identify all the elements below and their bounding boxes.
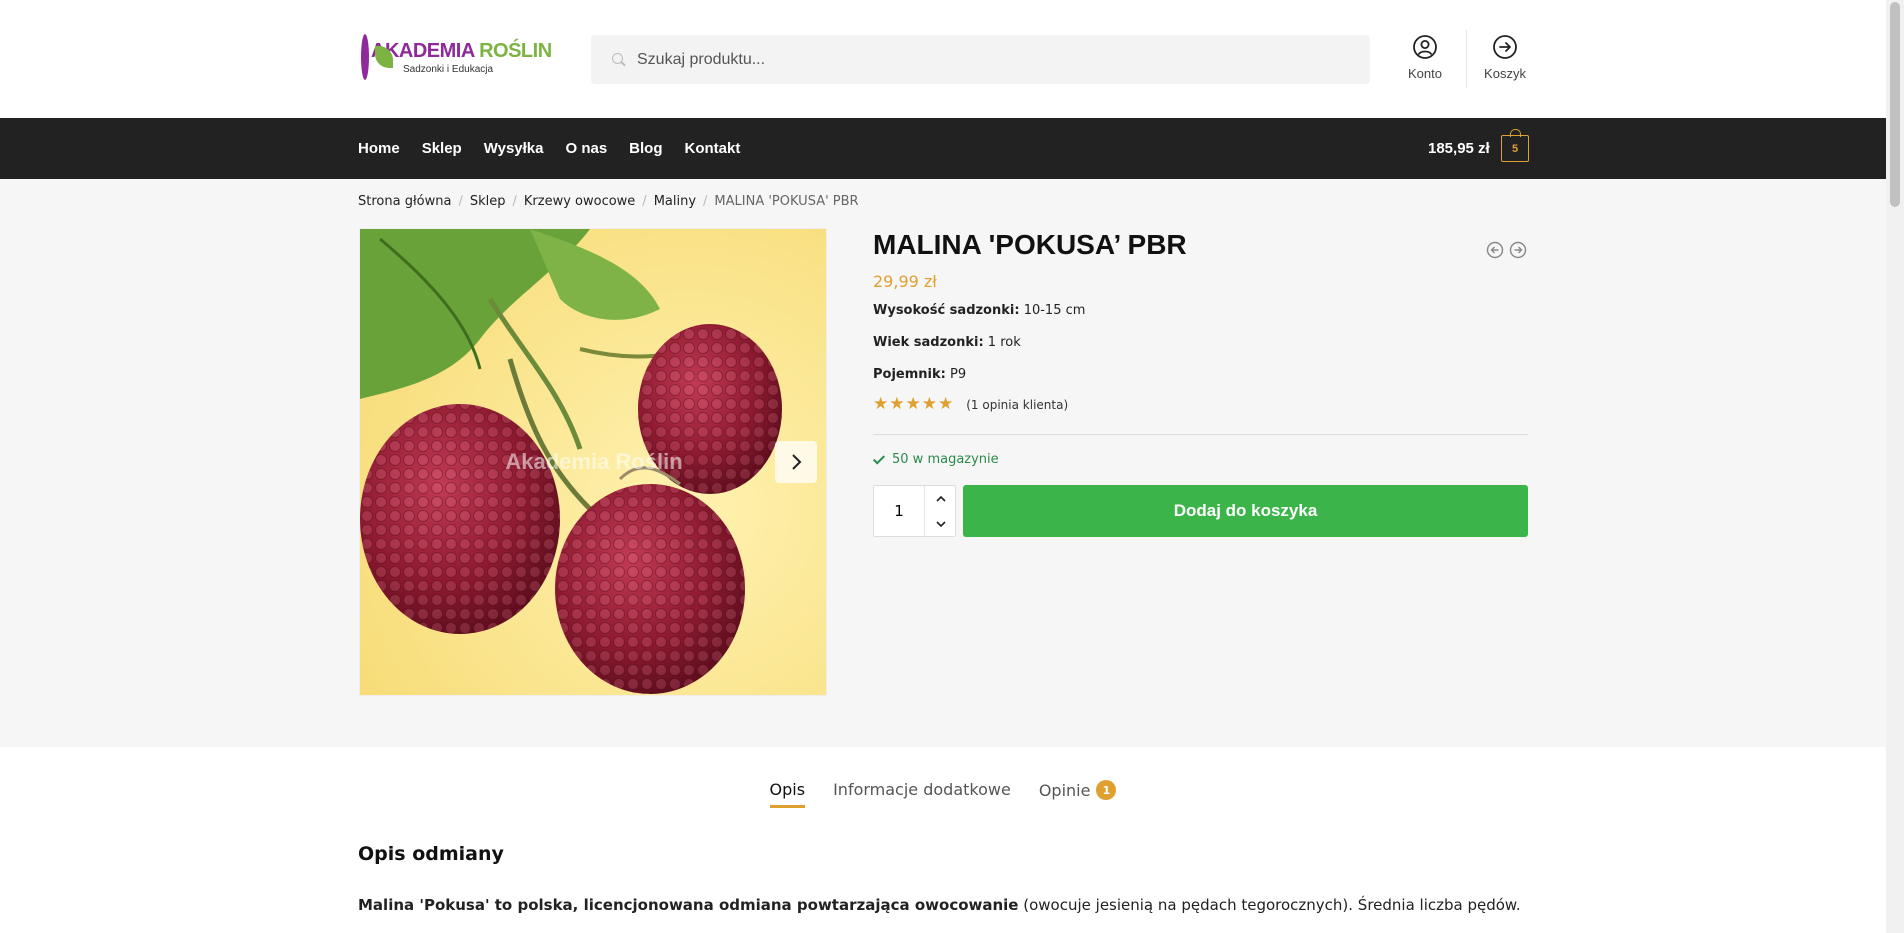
breadcrumb-separator: / [703,194,708,209]
quantity-input[interactable] [874,486,924,536]
header-divider [1466,30,1467,88]
description-heading: Opis odmiany [358,843,504,865]
nav-item-sklep[interactable]: Sklep [422,140,462,157]
search-input[interactable] [637,39,1337,80]
arrow-left-circle-icon [1486,241,1504,259]
image-watermark: Akademia Roślin [505,449,683,474]
site-logo[interactable]: AKADEMIA ROŚLIN Sadzonki i Edukacja [361,32,552,82]
cart-count-badge[interactable]: 5 [1501,129,1529,162]
stock-status: 50 w magazynie [872,451,999,467]
tab-opinie[interactable]: Opinie 1 [1039,780,1117,806]
check-icon [872,451,886,465]
page: AKADEMIA ROŚLIN Sadzonki i Edukacja Kont… [0,0,1904,933]
breadcrumb-krzewy-owocowe[interactable]: Krzewy owocowe [524,194,635,209]
cart-total[interactable]: 185,95 zł [1428,140,1490,157]
logo-text: AKADEMIA ROŚLIN Sadzonki i Edukacja [371,40,552,75]
arrow-right-circle-icon [1509,241,1527,259]
nav-item-blog[interactable]: Blog [629,140,662,157]
logo-title: AKADEMIA ROŚLIN [371,39,552,62]
breadcrumb-current: MALINA 'POKUSA' PBR [714,194,859,209]
chevron-down-icon [935,520,946,527]
breadcrumb-separator: / [642,194,647,209]
nav-item-wysylka[interactable]: Wysyłka [484,140,544,157]
product-rating: ★ ★ ★ ★ ★ (1 opinia klienta) [873,396,1068,413]
user-icon [1413,35,1437,59]
divider [873,434,1528,435]
quantity-decrease-button[interactable] [925,511,956,536]
logo-leaf-icon [361,34,393,80]
add-to-cart-button[interactable]: Dodaj do koszyka [963,485,1528,537]
breadcrumb-maliny[interactable]: Maliny [654,194,696,209]
nav-item-home[interactable]: Home [358,140,400,157]
reviews-link[interactable]: (1 opinia klienta) [966,398,1068,412]
product-price: 29,99 zł [873,272,937,291]
breadcrumb: Strona główna / Sklep / Krzewy owocowe /… [358,194,859,209]
tab-opis[interactable]: Opis [769,780,806,808]
tab-informacje-dodatkowe[interactable]: Informacje dodatkowe [833,780,1011,805]
nav-item-kontakt[interactable]: Kontakt [685,140,741,157]
star-icon: ★ [873,394,889,414]
search-bar [591,35,1370,84]
previous-product-button[interactable] [1486,241,1504,259]
quantity-increase-button[interactable] [925,486,956,511]
attr-container: Pojemnik: P9 [873,367,967,382]
reviews-count-badge: 1 [1096,780,1117,800]
scrollbar-thumb[interactable] [1890,2,1900,207]
star-icon: ★ [921,394,937,414]
stock-text: 50 w magazynie [892,452,999,467]
main-navigation: Home Sklep Wysyłka O nas Blog Kontakt 18… [0,118,1886,179]
breadcrumb-separator: / [458,194,463,209]
cart-label: Koszyk [1484,66,1526,81]
star-icon: ★ [905,394,921,414]
nav-menu: Home Sklep Wysyłka O nas Blog Kontakt [358,118,762,179]
nav-item-o-nas[interactable]: O nas [565,140,607,157]
chevron-right-icon [792,454,802,470]
account-link[interactable]: Konto [1390,34,1460,86]
site-header: AKADEMIA ROŚLIN Sadzonki i Edukacja Kont… [0,0,1886,118]
account-label: Konto [1408,66,1442,81]
search-icon [609,35,643,84]
tab-opinie-label: Opinie [1038,780,1091,800]
product-tabs: Opis Informacje dodatkowe Opinie 1 [0,780,1886,830]
attr-height: Wysokość sadzonki: 10-15 cm [873,303,1086,318]
product-title: MALINA 'POKUSA’ PBR [873,229,1187,260]
product-image[interactable]: Akademia Roślin [359,228,827,696]
breadcrumb-sklep[interactable]: Sklep [470,194,506,209]
quantity-stepper [873,485,956,537]
description-text: Malina 'Pokusa' to polska, licencjonowan… [358,896,1521,914]
gallery-next-button[interactable] [775,441,817,483]
star-icon: ★ [938,394,954,414]
logo-subtitle: Sadzonki i Edukacja [403,63,494,75]
arrow-right-circle-icon [1493,35,1517,59]
breadcrumb-separator: / [512,194,517,209]
next-product-button[interactable] [1509,241,1527,259]
star-icon: ★ [889,394,905,414]
breadcrumb-home[interactable]: Strona główna [358,194,451,209]
cart-link[interactable]: Koszyk [1470,34,1540,86]
chevron-up-icon [935,495,946,502]
page-scrollbar[interactable] [1886,0,1904,933]
attr-age: Wiek sadzonki: 1 rok [873,335,1021,350]
